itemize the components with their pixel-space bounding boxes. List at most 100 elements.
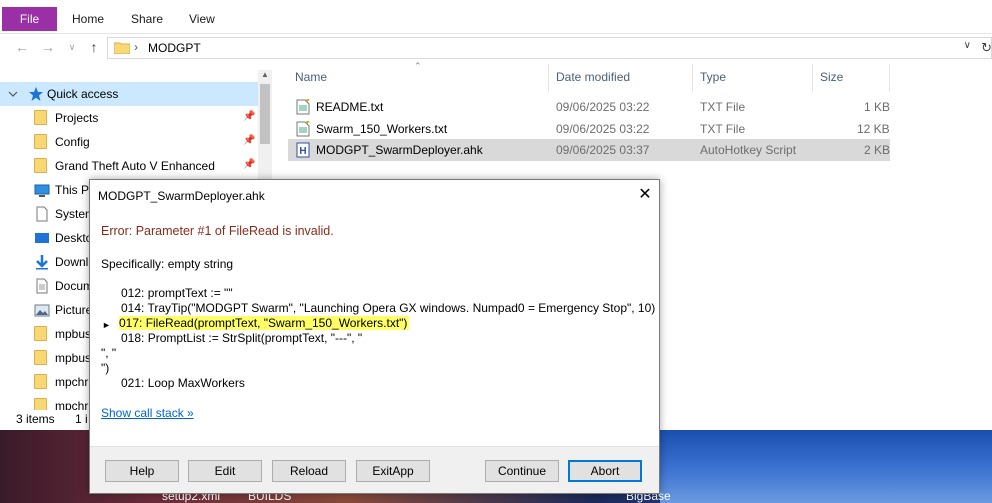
file-type: AutoHotkey Script [700, 143, 797, 157]
error-detail: Specifically: empty string [101, 257, 234, 271]
nav-item-label: Config [55, 135, 90, 149]
tab-view[interactable]: View [189, 7, 215, 31]
tab-home[interactable]: Home [72, 7, 104, 31]
file-date: 09/06/2025 03:22 [556, 122, 650, 136]
pin-icon: 📌 [243, 135, 256, 146]
sort-ascending-icon: ⌃ [414, 61, 422, 71]
code-line: 012: promptText := "" [121, 286, 233, 300]
nav-item-label: Quick access [47, 87, 119, 101]
nav-item-quick-access[interactable]: Quick access [0, 82, 258, 106]
file-name: README.txt [316, 100, 384, 114]
file-size: 12 KB [857, 122, 890, 136]
nav-item-projects[interactable]: Projects 📌 [0, 106, 258, 130]
file-size: 1 KB [864, 100, 891, 114]
code-line: 014: TrayTip("MODGPT Swarm", "Launching … [121, 301, 656, 315]
file-date: 09/06/2025 03:37 [556, 143, 650, 157]
folder-icon [34, 326, 50, 342]
file-type: TXT File [700, 122, 746, 136]
forward-arrow-icon[interactable]: → [40, 39, 56, 55]
nav-item-label: mpbus [55, 351, 92, 365]
column-header-name[interactable]: Name [295, 70, 327, 90]
exitapp-button[interactable]: ExitApp [356, 460, 430, 482]
refresh-icon[interactable]: ↻ [981, 40, 992, 56]
column-divider[interactable] [692, 64, 693, 92]
abort-button[interactable]: Abort [568, 460, 642, 482]
item-count: 3 items [16, 412, 55, 426]
scroll-up-icon[interactable]: ▲ [260, 70, 270, 82]
error-dialog: MODGPT_SwarmDeployer.ahk ✕ Error: Parame… [89, 179, 660, 494]
help-button[interactable]: Help [105, 460, 179, 482]
address-dropdown-icon[interactable]: ∨ [964, 40, 971, 51]
scrollbar-thumb[interactable] [260, 84, 270, 144]
continue-button[interactable]: Continue [485, 460, 559, 482]
dialog-button-bar: Help Edit Reload ExitApp Continue Abort [90, 446, 659, 493]
back-arrow-icon[interactable]: ← [14, 39, 30, 55]
address-row: ← → ∨ ↑ › MODGPT ∨ ↻ [0, 34, 992, 62]
desktop-icon [34, 230, 50, 246]
file-list: ⌃ Name Date modified Type Size README.tx… [288, 61, 992, 174]
selection-info: 1 i [75, 412, 88, 426]
column-header-size[interactable]: Size [820, 70, 843, 90]
code-line-highlighted: 017: FileRead(promptText, "Swarm_150_Wor… [119, 316, 410, 330]
code-line: 018: PromptList := StrSplit(promptText, … [121, 331, 363, 345]
column-divider[interactable] [548, 64, 549, 92]
ribbon: File Home Share View [0, 0, 992, 34]
nav-item-label: Picture [55, 303, 93, 317]
file-row[interactable]: Swarm_150_Workers.txt 09/06/2025 03:22 T… [288, 118, 890, 140]
folder-icon [34, 374, 50, 390]
folder-icon [113, 41, 131, 55]
file-row-selected[interactable]: H MODGPT_SwarmDeployer.ahk 09/06/2025 03… [288, 139, 890, 161]
folder-icon [34, 110, 50, 126]
star-icon [28, 86, 44, 102]
column-header-date[interactable]: Date modified [556, 70, 630, 90]
show-call-stack-link[interactable]: Show call stack » [101, 406, 194, 420]
nav-item-gta[interactable]: Grand Theft Auto V Enhanced 📌 [0, 154, 258, 178]
tab-share[interactable]: Share [131, 7, 163, 31]
column-header-type[interactable]: Type [700, 70, 726, 90]
folder-icon [34, 158, 50, 174]
dialog-title: MODGPT_SwarmDeployer.ahk [98, 189, 265, 203]
chevron-down-icon[interactable] [8, 86, 24, 102]
file-row[interactable]: README.txt 09/06/2025 03:22 TXT File 1 K… [288, 96, 890, 118]
nav-item-label: mpbus [55, 327, 92, 341]
close-icon[interactable]: ✕ [635, 185, 655, 205]
document-icon [34, 206, 50, 222]
tab-file[interactable]: File [2, 7, 57, 31]
up-arrow-icon[interactable]: ↑ [86, 39, 102, 55]
file-name: Swarm_150_Workers.txt [316, 122, 448, 136]
pin-icon: 📌 [243, 159, 256, 170]
nav-item-label: Docum [55, 279, 94, 293]
nav-item-config[interactable]: Config 📌 [0, 130, 258, 154]
text-file-icon [296, 120, 310, 137]
desktop-wallpaper-right [660, 430, 992, 503]
nav-item-label: Downl [55, 255, 89, 269]
error-message: Error: Parameter #1 of FileRead is inval… [101, 224, 334, 238]
svg-text:H: H [299, 146, 306, 157]
current-line-arrow-icon: ► [102, 320, 111, 330]
recent-locations-chevron-icon[interactable]: ∨ [64, 39, 80, 55]
computer-icon [34, 182, 50, 198]
nav-item-label: Grand Theft Auto V Enhanced [55, 159, 215, 173]
folder-icon [34, 350, 50, 366]
file-type: TXT File [700, 100, 746, 114]
breadcrumb-chevron-icon[interactable]: › [134, 40, 138, 54]
folder-icon [34, 134, 50, 150]
pictures-icon [34, 302, 50, 318]
edit-button[interactable]: Edit [188, 460, 262, 482]
documents-icon [34, 278, 50, 294]
column-divider[interactable] [812, 64, 813, 92]
nav-item-label: Projects [55, 111, 99, 125]
download-icon [34, 254, 50, 270]
column-divider[interactable] [889, 64, 890, 92]
reload-button[interactable]: Reload [272, 460, 346, 482]
pin-icon: 📌 [243, 111, 256, 122]
code-line: ", " [101, 346, 117, 360]
breadcrumb-current[interactable]: MODGPT [148, 41, 201, 55]
status-bar: 3 items 1 i [0, 408, 100, 428]
text-file-icon [296, 98, 310, 115]
file-date: 09/06/2025 03:22 [556, 100, 650, 114]
code-line: 021: Loop MaxWorkers [121, 376, 245, 390]
address-bar[interactable]: › MODGPT ∨ ↻ [107, 37, 992, 59]
file-size: 2 KB [864, 143, 891, 157]
code-line: ") [101, 361, 110, 375]
